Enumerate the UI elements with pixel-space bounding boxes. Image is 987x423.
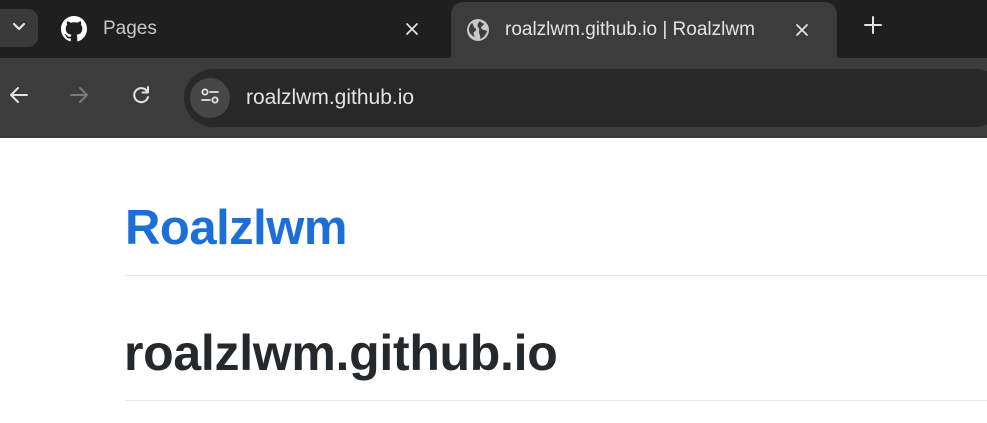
arrow-left-icon [8,84,30,111]
divider [125,275,987,276]
tab-roalzlwm[interactable]: roalzlwm.github.io | Roalzlwm [451,2,837,58]
forward-button[interactable] [62,80,96,114]
close-icon[interactable] [789,17,815,43]
github-icon [61,16,87,42]
page-title: roalzlwm.github.io [124,325,558,381]
plus-icon [863,15,883,40]
close-icon[interactable] [399,16,425,42]
url-text[interactable]: roalzlwm.github.io [246,86,414,110]
divider [125,400,987,401]
reload-icon [130,84,152,111]
page-content: Roalzlwm roalzlwm.github.io [0,138,987,423]
tab-pages[interactable]: Pages [47,0,445,58]
site-info-button[interactable] [190,78,230,118]
reload-button[interactable] [124,80,158,114]
tab-strip: Pages roalzlwm.github.io | Roalzlwm [0,0,987,58]
tab-title: roalzlwm.github.io | Roalzlwm [505,19,755,40]
new-tab-button[interactable] [859,13,887,41]
browser-toolbar: roalzlwm.github.io [0,58,987,138]
arrow-right-icon [68,84,90,111]
site-title-link[interactable]: Roalzlwm [125,200,347,256]
address-bar[interactable]: roalzlwm.github.io [184,69,987,127]
tab-search-button[interactable] [0,9,38,47]
globe-icon [465,17,491,43]
tune-icon [199,85,221,112]
chevron-down-icon [11,18,27,39]
tab-title: Pages [103,18,157,39]
back-button[interactable] [2,80,36,114]
